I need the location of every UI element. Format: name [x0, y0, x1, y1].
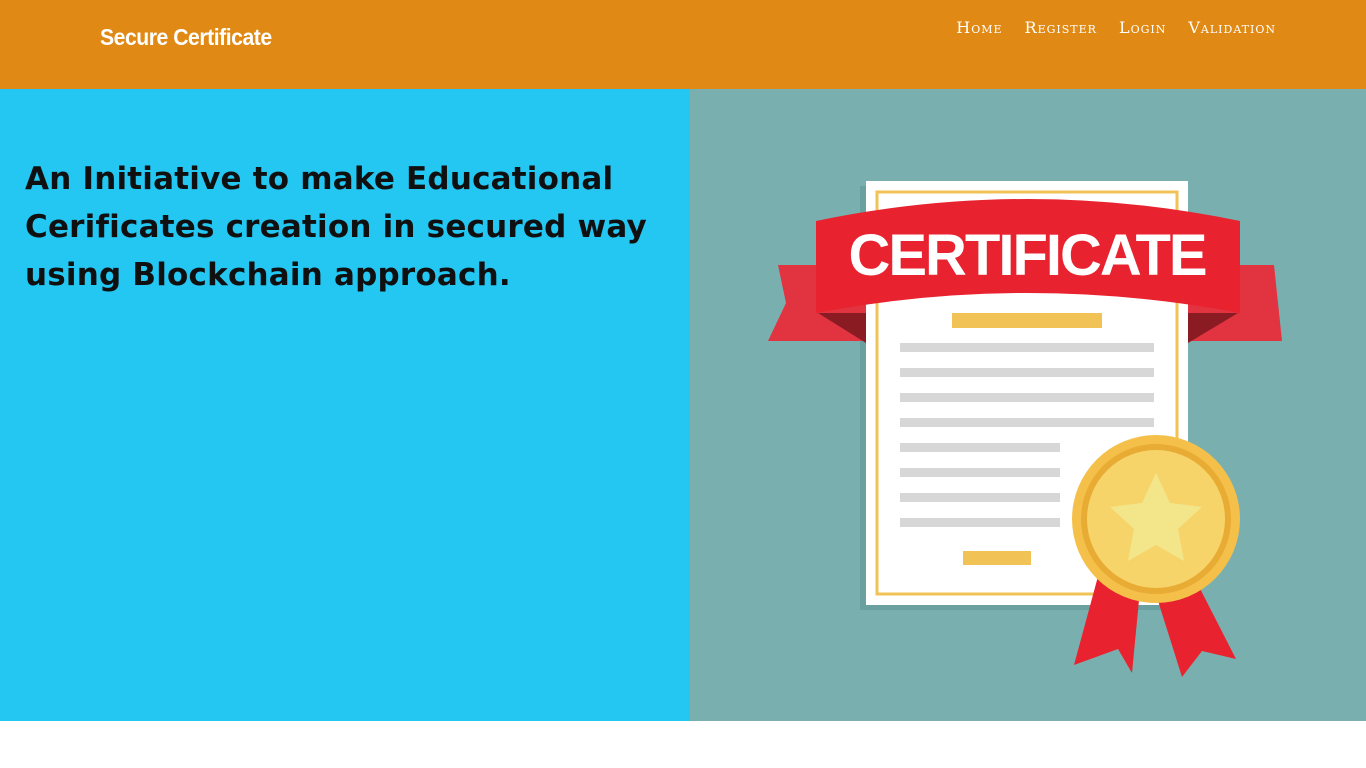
top-header: Secure Certificate Home Register Login V…: [0, 0, 1366, 89]
nav-validation[interactable]: Validation: [1188, 18, 1276, 37]
ribbon-text: CERTIFICATE: [848, 223, 1205, 288]
nav-register[interactable]: Register: [1025, 18, 1097, 37]
hero-section: An Initiative to make Educational Cerifi…: [0, 89, 1366, 721]
certificate-illustration: CERTIFICATE: [768, 181, 1282, 677]
hero-text-panel: An Initiative to make Educational Cerifi…: [0, 89, 690, 721]
nav-home[interactable]: Home: [956, 18, 1002, 37]
main-nav: Home Register Login Validation: [956, 18, 1276, 37]
certificate-illustration-panel: CERTIFICATE: [690, 89, 1366, 721]
paper-signature-bar: [963, 551, 1031, 565]
paper-title-bar: [952, 313, 1102, 328]
hero-text: An Initiative to make Educational Cerifi…: [25, 161, 647, 293]
brand-logo[interactable]: Secure Certificate: [100, 24, 272, 51]
nav-login[interactable]: Login: [1119, 18, 1166, 37]
